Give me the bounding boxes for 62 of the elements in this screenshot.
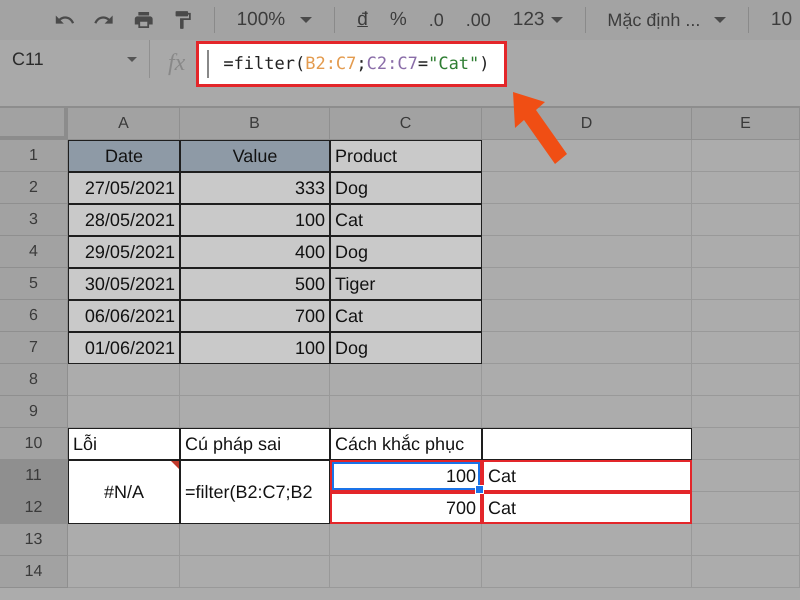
row-header[interactable]: 8 [0,364,68,396]
table-cell: Value [180,140,330,172]
table-cell: Cat [482,492,692,524]
table-cell: 29/05/2021 [68,236,180,268]
table-cell: Cú pháp sai [180,428,330,460]
column-header[interactable]: E [692,108,800,140]
column-header[interactable]: B [180,108,330,140]
percent-button[interactable]: % [382,9,415,31]
row-header[interactable]: 2 [0,172,68,204]
row-header[interactable]: 7 [0,332,68,364]
table-cell: =filter(B2:C7;B2 [180,460,330,524]
table-cell: 100 [180,204,330,236]
zoom-dropdown[interactable]: 100% [228,9,320,31]
table-cell: Cat [330,204,482,236]
table-cell: Dog [330,236,482,268]
caret-icon [300,17,312,23]
row-header[interactable]: 10 [0,428,68,460]
table-cell: Dog [330,332,482,364]
table-cell: Date [68,140,180,172]
table-cell: 27/05/2021 [68,172,180,204]
caret-icon [714,17,726,23]
table-cell: Cat [330,300,482,332]
row-header[interactable]: 12 [0,492,68,524]
font-size-field[interactable]: 10 [762,9,800,31]
table-cell: 400 [180,236,330,268]
table-cell: 28/05/2021 [68,204,180,236]
column-header[interactable]: C [330,108,482,140]
table-cell: 01/06/2021 [68,332,180,364]
decrease-decimals-button[interactable]: .0 [420,10,452,30]
row-header[interactable]: 14 [0,556,68,588]
table-cell: Dog [330,172,482,204]
table-cell: 700 [180,300,330,332]
table-cell: Product [330,140,482,172]
font-dropdown[interactable]: Mặc định ... [599,10,734,30]
table-cell: 333 [180,172,330,204]
table-cell: Lỗi [68,428,180,460]
table-cell: 30/05/2021 [68,268,180,300]
row-header[interactable]: 4 [0,236,68,268]
table-cell: 100 [330,460,482,492]
table-cell: 06/06/2021 [68,300,180,332]
table-cell: 700 [330,492,482,524]
row-header[interactable]: 6 [0,300,68,332]
table-cell: Cách khắc phục [330,428,482,460]
row-header[interactable]: 11 [0,460,68,492]
table-cell: 500 [180,268,330,300]
row-header[interactable]: 13 [0,524,68,556]
row-header[interactable]: 5 [0,268,68,300]
row-header[interactable]: 9 [0,396,68,428]
increase-decimals-button[interactable]: .00 [458,10,499,30]
table-cell: Tiger [330,268,482,300]
currency-button[interactable]: đ [349,9,376,31]
table-cell: 100 [180,332,330,364]
caret-icon [550,17,562,23]
table-cell: #N/A [68,460,180,524]
row-header[interactable]: 1 [0,140,68,172]
caret-icon [127,56,137,62]
column-header[interactable]: A [68,108,180,140]
fill-handle[interactable] [475,485,484,494]
row-header[interactable]: 3 [0,204,68,236]
table-cell: Cat [482,460,692,492]
formula-input[interactable]: =filter(B2:C7;C2:C7="Cat") [199,44,504,84]
number-format-dropdown[interactable]: 123 [504,9,570,31]
